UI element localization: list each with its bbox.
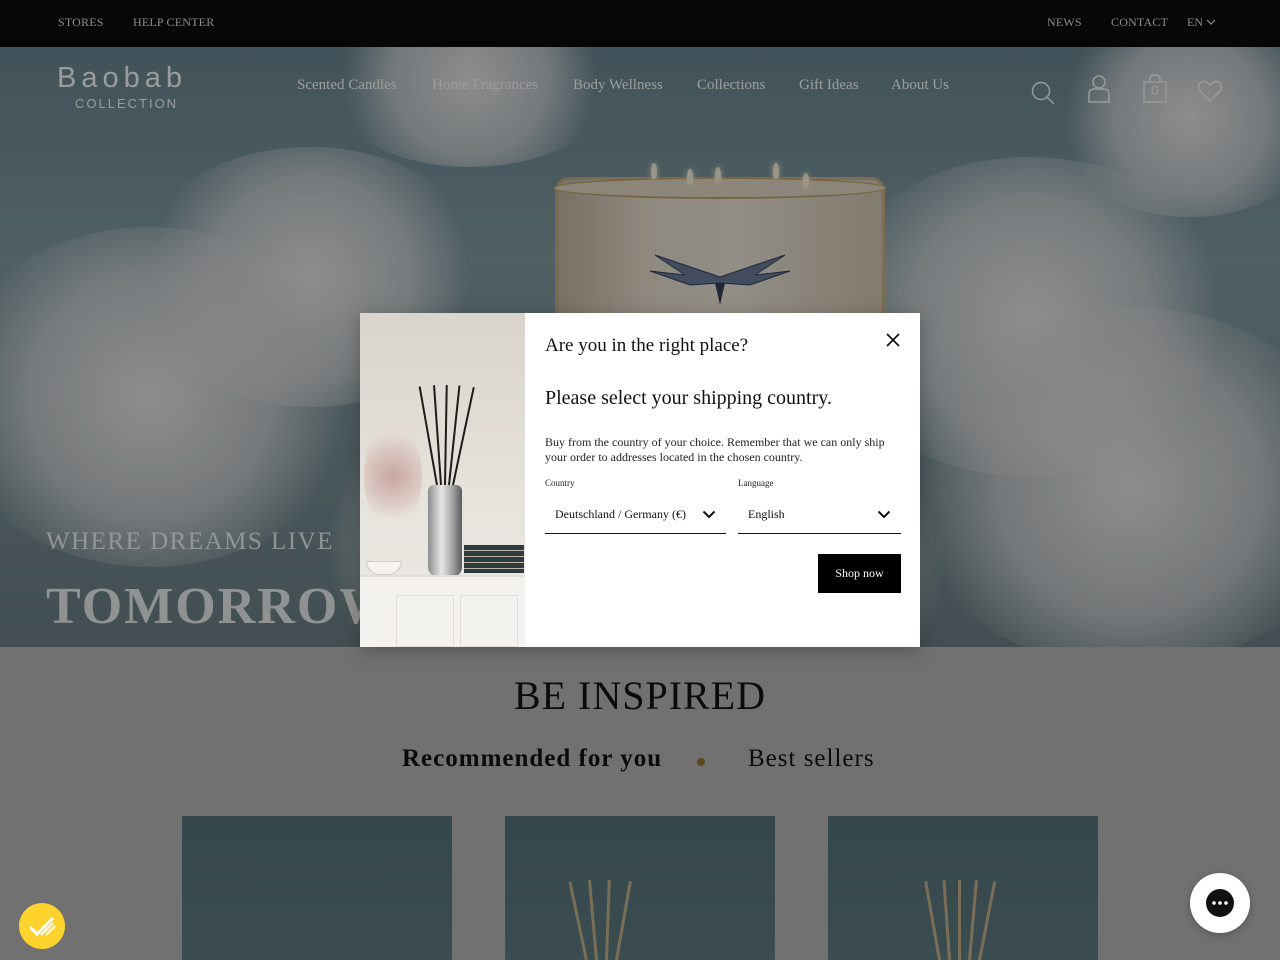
country-label: Country	[545, 478, 575, 488]
chevron-down-icon	[877, 510, 891, 519]
modal-diffuser-image	[360, 313, 525, 647]
cookie-check-icon	[28, 916, 56, 937]
country-value: Deutschland / Germany (€)	[555, 507, 686, 521]
close-icon[interactable]	[882, 329, 904, 351]
shop-now-button[interactable]: Shop now	[818, 554, 901, 593]
modal-title: Are you in the right place?	[545, 335, 749, 356]
shipping-country-modal: Are you in the right place? Please selec…	[360, 313, 920, 647]
chat-bubble-icon	[1206, 889, 1234, 917]
chat-widget-button[interactable]	[1190, 873, 1250, 933]
language-label: Language	[738, 478, 774, 488]
chevron-down-icon	[702, 510, 716, 519]
language-select[interactable]: English	[738, 496, 901, 534]
modal-subtitle: Please select your shipping country.	[545, 387, 832, 409]
cookie-consent-button[interactable]	[19, 903, 65, 949]
country-select[interactable]: Deutschland / Germany (€)	[545, 496, 726, 534]
modal-description: Buy from the country of your choice. Rem…	[545, 435, 885, 464]
language-value: English	[748, 507, 785, 521]
